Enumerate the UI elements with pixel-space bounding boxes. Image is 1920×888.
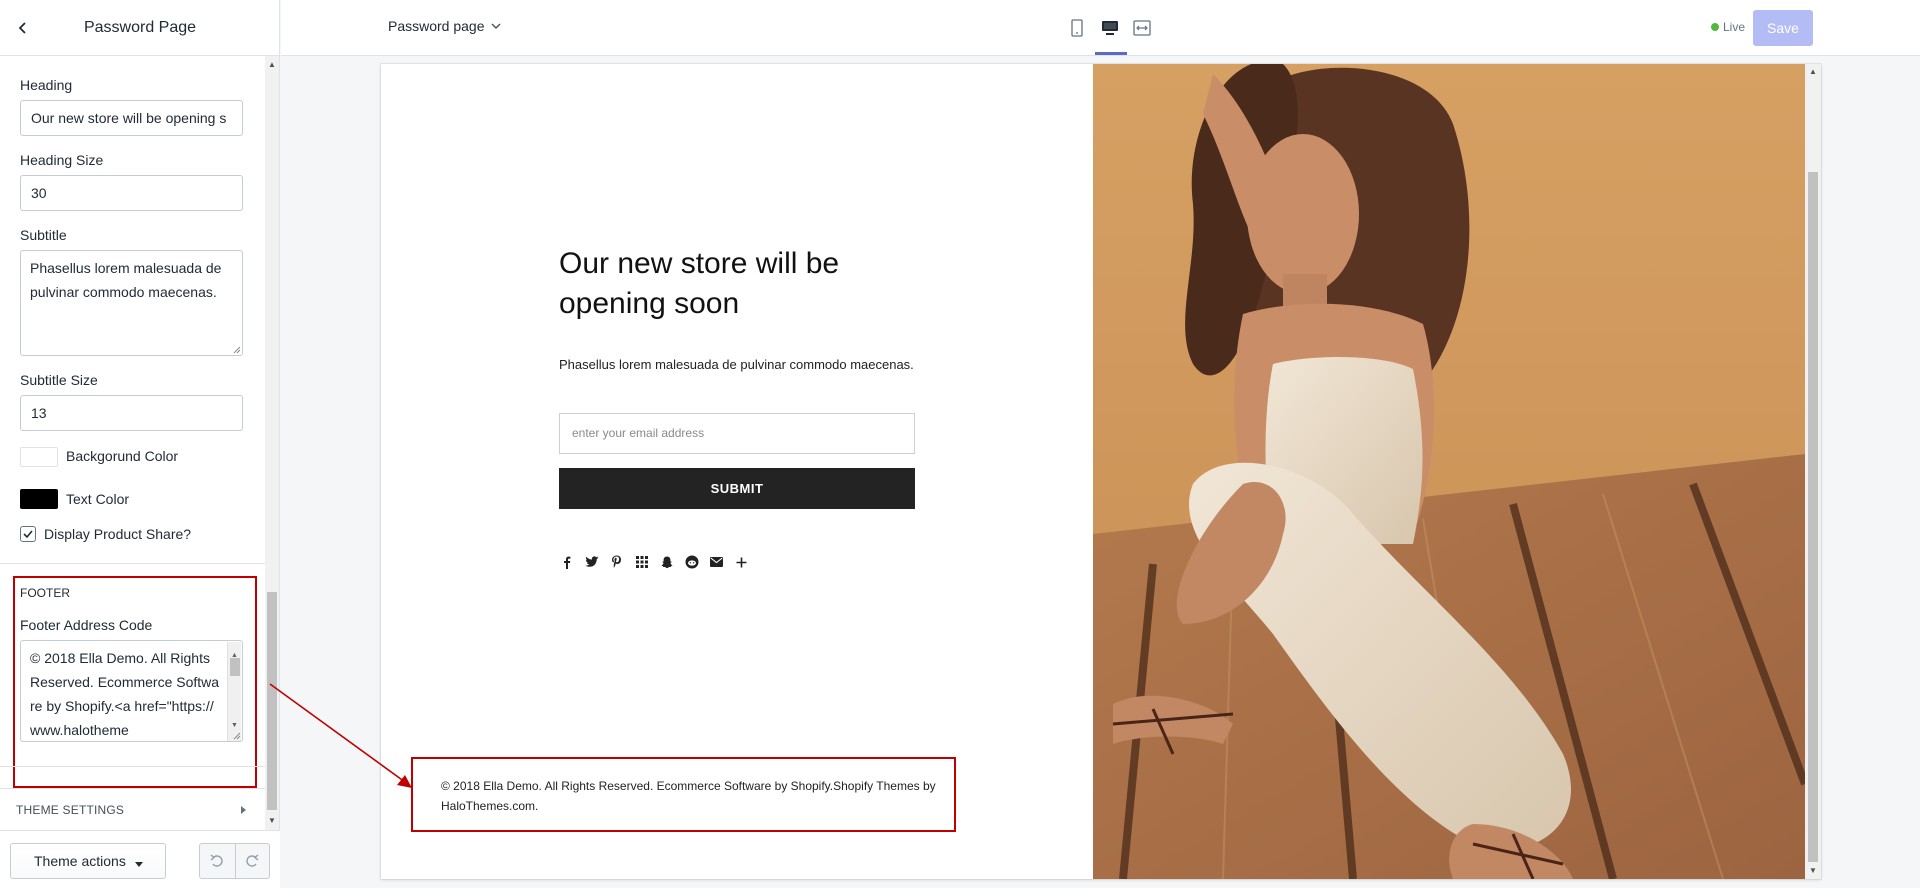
store-preview: Our new store will be opening soon Phase…: [381, 64, 1821, 879]
page-selector-dropdown[interactable]: Password page: [388, 18, 501, 34]
preview-subtitle: Phasellus lorem malesuada de pulvinar co…: [559, 357, 914, 372]
submit-button[interactable]: SUBMIT: [559, 468, 915, 509]
desktop-view-button[interactable]: [1099, 17, 1121, 39]
checkmark-icon: [23, 530, 33, 539]
top-bar: Password page Live Save: [281, 0, 1920, 56]
chevron-right-icon: [241, 806, 246, 814]
sidebar-scrollbar[interactable]: ▲ ▼: [265, 56, 279, 830]
preview-heading: Our new store will be opening soon: [559, 247, 840, 320]
text-color-swatch[interactable]: [20, 489, 58, 509]
resize-grip-icon[interactable]: [232, 345, 241, 354]
active-device-indicator: [1095, 52, 1127, 55]
sidebar: Password Page Heading Our new store will…: [0, 0, 280, 888]
section-divider: [0, 563, 268, 564]
model-photo: [1093, 64, 1805, 879]
theme-settings-label: THEME SETTINGS: [16, 802, 125, 817]
subtitle-label: Subtitle: [20, 227, 67, 243]
sidebar-title: Password Page: [83, 18, 197, 36]
scroll-up-icon[interactable]: ▲: [268, 60, 276, 69]
display-share-checkbox[interactable]: [20, 526, 36, 542]
heading-size-input[interactable]: 30: [20, 175, 243, 211]
text-color-label: Text Color: [66, 491, 130, 507]
preview-footer-highlight: [411, 757, 956, 832]
preview-scrollbar[interactable]: ▲ ▼: [1805, 64, 1821, 879]
redo-icon: [246, 854, 259, 867]
display-share-label: Display Product Share?: [44, 526, 192, 542]
preview-content-panel: Our new store will be opening soon Phase…: [381, 64, 1093, 879]
sidebar-header: Password Page: [0, 0, 280, 56]
mobile-view-button[interactable]: [1066, 17, 1088, 39]
live-status: Live: [1711, 20, 1745, 34]
subtitle-size-label: Subtitle Size: [20, 372, 98, 388]
facebook-icon[interactable]: [559, 554, 574, 570]
subtitle-textarea-value: Phasellus lorem malesuada de pulvinar co…: [30, 260, 222, 300]
preview-scroll-thumb[interactable]: [1808, 172, 1818, 862]
redo-button[interactable]: [234, 844, 270, 878]
footer-highlight-annotation: [13, 576, 257, 788]
fullscreen-view-button[interactable]: [1131, 17, 1153, 39]
social-share-icons: [559, 554, 749, 570]
email-input[interactable]: enter your email address: [559, 413, 915, 454]
undo-button[interactable]: [200, 844, 235, 878]
subtitle-textarea[interactable]: Phasellus lorem malesuada de pulvinar co…: [20, 250, 243, 356]
live-dot-icon: [1711, 23, 1719, 31]
chevron-left-icon: [18, 22, 26, 34]
heading-input[interactable]: Our new store will be opening s: [20, 100, 243, 136]
scroll-down-icon[interactable]: ▼: [1809, 866, 1817, 875]
scroll-up-icon[interactable]: ▲: [1809, 67, 1817, 76]
subtitle-size-input[interactable]: 13: [20, 395, 243, 431]
back-button[interactable]: [12, 17, 34, 39]
live-label: Live: [1723, 20, 1746, 34]
theme-settings-toggle[interactable]: THEME SETTINGS: [0, 788, 268, 830]
chevron-down-icon: [491, 23, 501, 29]
sidebar-footer: Theme actions: [0, 830, 280, 888]
theme-actions-label: Theme actions: [34, 853, 126, 869]
undo-redo-group: [199, 843, 270, 879]
snapchat-icon[interactable]: [659, 554, 674, 570]
grid-icon[interactable]: [634, 554, 649, 570]
sidebar-scroll-thumb[interactable]: [267, 592, 277, 810]
pinterest-icon[interactable]: [609, 554, 624, 570]
theme-actions-button[interactable]: Theme actions: [10, 843, 166, 879]
section-divider: [0, 766, 268, 767]
twitter-icon[interactable]: [584, 554, 599, 570]
page-selector-label: Password page: [388, 18, 485, 34]
caret-down-icon: [135, 862, 143, 867]
scroll-down-icon[interactable]: ▼: [268, 816, 276, 825]
heading-size-label: Heading Size: [20, 152, 104, 168]
heading-label: Heading: [20, 77, 73, 93]
mobile-icon: [1071, 19, 1083, 37]
reddit-icon[interactable]: [684, 554, 699, 570]
plus-icon[interactable]: [734, 554, 749, 570]
email-icon[interactable]: [709, 554, 724, 570]
background-color-label: Backgorund Color: [66, 448, 179, 464]
undo-icon: [210, 854, 223, 867]
expand-icon: [1133, 20, 1151, 36]
background-color-swatch[interactable]: [20, 447, 58, 467]
desktop-icon: [1102, 21, 1118, 35]
save-button[interactable]: Save: [1753, 10, 1813, 46]
sidebar-settings-panel: Heading Our new store will be opening s …: [0, 56, 268, 830]
